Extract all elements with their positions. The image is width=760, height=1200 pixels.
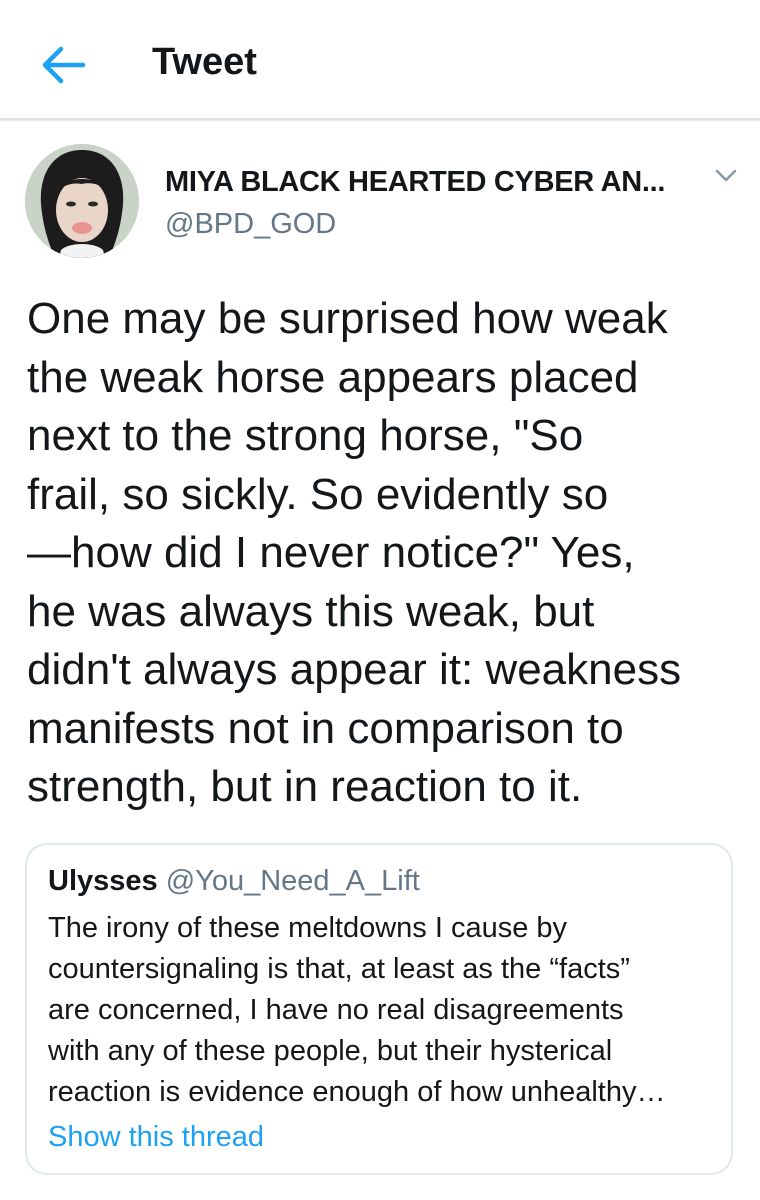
- quoted-tweet-header: Ulysses @You_Need_A_Lift: [48, 863, 420, 899]
- quoted-text-line: reaction is evidence enough of how unhea…: [48, 1076, 666, 1108]
- show-thread-link[interactable]: Show this thread: [48, 1119, 264, 1155]
- tweet-text-line: —how did I never notice?" Yes,: [27, 528, 635, 577]
- avatar-portrait-image: [25, 144, 139, 258]
- quoted-tweet-card[interactable]: Ulysses @You_Need_A_Lift The irony of th…: [25, 843, 733, 1175]
- top-app-bar: Tweet: [0, 0, 760, 118]
- page-title: Tweet: [152, 41, 257, 83]
- tweet-text-line: frail, so sickly. So evidently so: [27, 469, 609, 519]
- header-divider: [0, 118, 760, 121]
- tweet-text-line: the weak horse appears placed: [27, 352, 639, 402]
- tweet-text-line: he was always this weak, but: [27, 586, 595, 636]
- quoted-text-line: The irony of these meltdowns I cause by: [48, 912, 568, 944]
- quoted-text-line: with any of these people, but their hyst…: [48, 1035, 613, 1067]
- quoted-author-name: Ulysses: [48, 865, 158, 897]
- quoted-author-handle: @You_Need_A_Lift: [165, 865, 420, 897]
- author-handle[interactable]: @BPD_GOD: [165, 206, 336, 242]
- author-avatar[interactable]: [25, 144, 139, 258]
- quoted-text-line: are concerned, I have no real disagreeme…: [48, 994, 624, 1026]
- tweet-text-line: didn't always appear it: weakness: [27, 645, 682, 694]
- tweet-menu-button[interactable]: [710, 160, 742, 192]
- tweet-text-line: manifests not in comparison to: [27, 703, 624, 753]
- tweet-text: One may be surprised how weak the weak h…: [27, 290, 742, 817]
- arrow-left-icon: [42, 46, 86, 84]
- back-button[interactable]: [38, 42, 88, 88]
- chevron-down-icon: [715, 169, 737, 182]
- quoted-text-line: countersignaling is that, at least as th…: [48, 953, 630, 985]
- tweet-text-line: One may be surprised how weak: [27, 294, 668, 343]
- quoted-tweet-text: The irony of these meltdowns I cause by …: [48, 908, 718, 1113]
- tweet-text-line: strength, but in reaction to it.: [27, 762, 583, 811]
- tweet-text-line: next to the strong horse, "So: [27, 411, 584, 460]
- author-name[interactable]: MIYA BLACK HEARTED CYBER AN...: [165, 164, 665, 200]
